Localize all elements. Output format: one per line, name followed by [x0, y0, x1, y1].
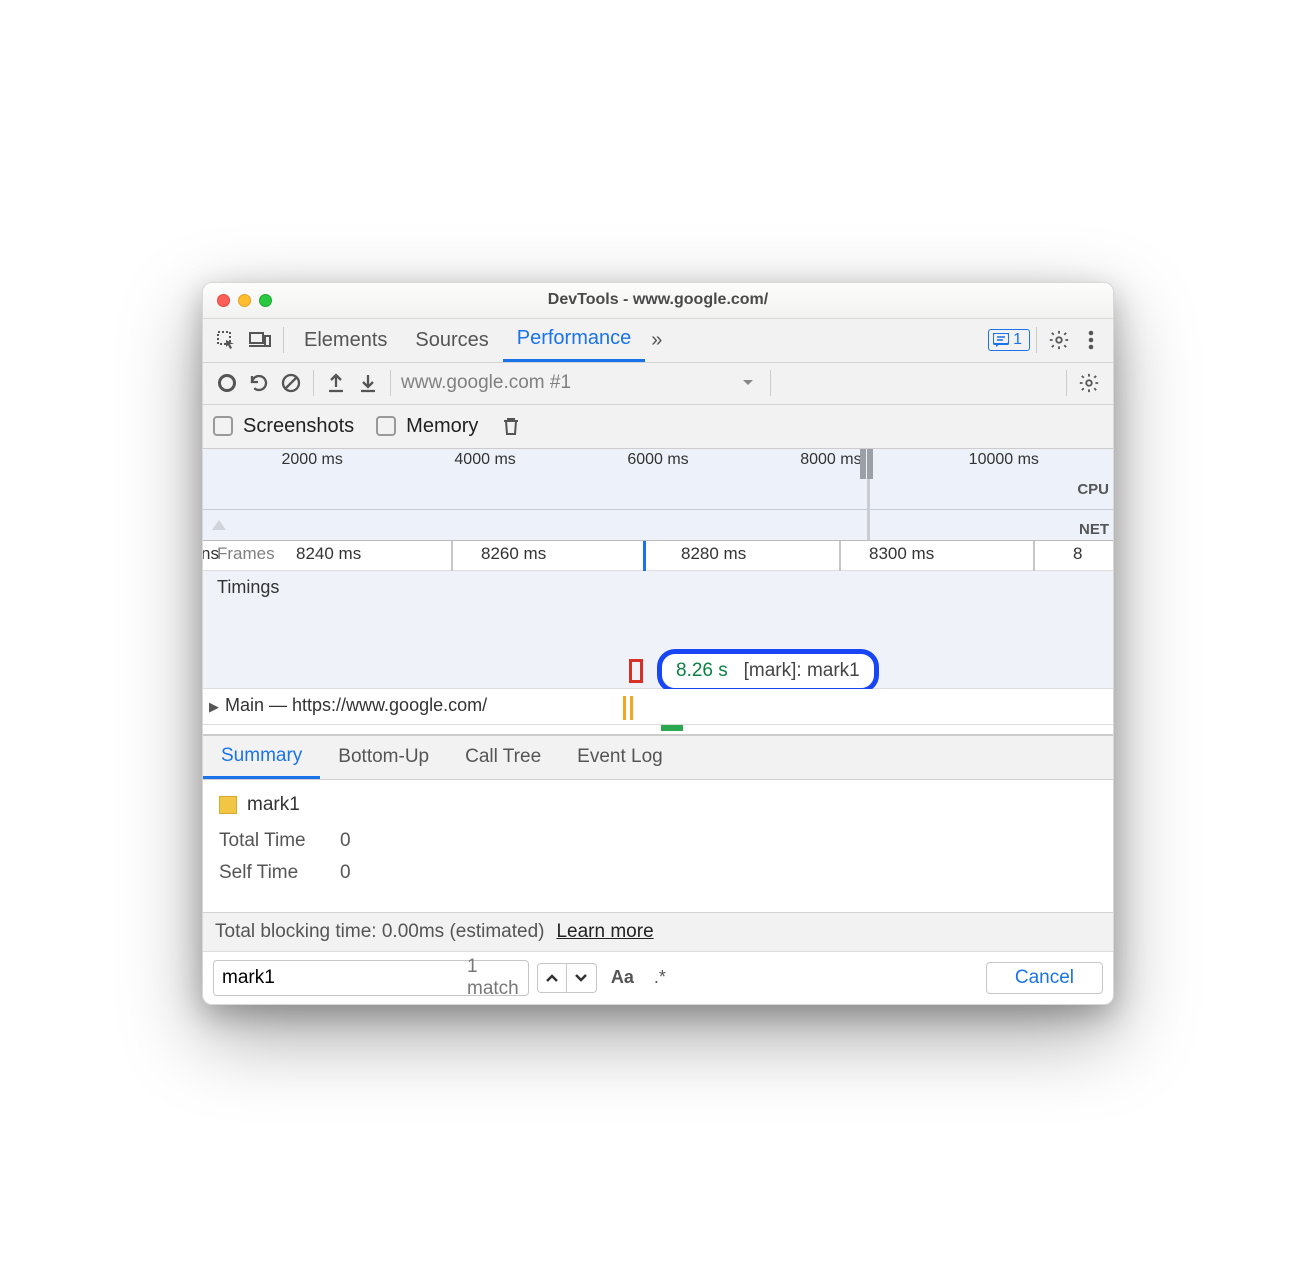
overview-tick: 2000 ms — [282, 451, 343, 469]
callout-text: [mark]: mark1 — [744, 660, 860, 681]
overview-tick: 10000 ms — [969, 451, 1039, 469]
minimize-icon[interactable] — [238, 294, 251, 307]
search-match-count: 1 match — [467, 956, 520, 1000]
tab-call-tree[interactable]: Call Tree — [447, 735, 559, 779]
screenshots-label: Screenshots — [243, 415, 354, 438]
upload-icon[interactable] — [320, 373, 352, 393]
console-count: 1 — [1013, 331, 1022, 349]
record-button[interactable] — [211, 374, 243, 392]
separator — [770, 370, 771, 396]
tabs-overflow-icon[interactable]: » — [645, 329, 668, 352]
summary-panel: mark1 Total Time 0 Self Time 0 — [203, 780, 1113, 912]
tab-performance[interactable]: Performance — [503, 318, 646, 362]
device-icon[interactable] — [243, 331, 277, 349]
total-time-value: 0 — [340, 830, 351, 852]
close-icon[interactable] — [217, 294, 230, 307]
drawer-tabs: Summary Bottom-Up Call Tree Event Log — [203, 736, 1113, 780]
memory-checkbox[interactable] — [376, 416, 396, 436]
ruler-tick: 8260 ms — [481, 544, 546, 564]
recording-select[interactable] — [397, 370, 732, 396]
tab-bottom-up[interactable]: Bottom-Up — [320, 735, 447, 779]
frames-label: Frames — [217, 544, 275, 564]
flamechart-area[interactable]: ns Frames 8240 ms 8260 ms 8280 ms 8300 m… — [203, 541, 1113, 736]
overview-tick: 6000 ms — [627, 451, 688, 469]
overview-tick: 8000 ms — [800, 451, 861, 469]
search-prev-icon[interactable] — [537, 963, 567, 993]
devtools-window: DevTools - www.google.com/ Elements Sour… — [202, 282, 1114, 1005]
expand-icon[interactable]: ▶ — [209, 699, 219, 714]
panel-tabs: Elements Sources Performance » 1 — [203, 319, 1113, 363]
main-label: Main — https://www.google.com/ — [225, 695, 487, 715]
performance-toolbar — [203, 363, 1113, 405]
titlebar: DevTools - www.google.com/ — [203, 283, 1113, 319]
trash-icon[interactable] — [502, 416, 520, 436]
inspect-icon[interactable] — [209, 330, 243, 350]
separator — [390, 370, 391, 396]
blocking-time: Total blocking time: 0.00ms (estimated) — [215, 921, 544, 943]
clear-icon[interactable] — [275, 373, 307, 393]
memory-label: Memory — [406, 415, 478, 438]
main-marker — [630, 696, 633, 720]
tab-event-log[interactable]: Event Log — [559, 735, 681, 779]
main-lane[interactable]: ▶ Main — https://www.google.com/ — [203, 689, 1113, 725]
separator — [283, 327, 284, 353]
mark-name: mark1 — [247, 794, 300, 816]
tab-summary[interactable]: Summary — [203, 735, 320, 779]
main-marker — [623, 696, 626, 720]
reload-icon[interactable] — [243, 373, 275, 393]
callout-time: 8.26 s — [676, 660, 728, 681]
ruler-tick: 8 — [1073, 544, 1082, 564]
ruler-tick: 8280 ms — [681, 544, 746, 564]
capture-options: Screenshots Memory — [203, 405, 1113, 449]
ruler-tick: 8240 ms — [296, 544, 361, 564]
timings-lane[interactable]: Timings 8.26 s [mark]: mark1 — [203, 571, 1113, 689]
kebab-icon[interactable] — [1075, 330, 1107, 350]
ruler-tick: 8300 ms — [869, 544, 934, 564]
settings-icon[interactable] — [1043, 329, 1075, 351]
search-input-container: 1 match — [213, 960, 529, 996]
self-time-label: Self Time — [219, 862, 324, 884]
separator — [1066, 370, 1067, 396]
overview-cpu-label: CPU — [1077, 481, 1109, 498]
total-time-label: Total Time — [219, 830, 324, 852]
timing-marker[interactable] — [629, 659, 643, 683]
tab-elements[interactable]: Elements — [290, 329, 401, 352]
overview-tick: 4000 ms — [454, 451, 515, 469]
console-badge[interactable]: 1 — [988, 329, 1030, 351]
zoom-icon[interactable] — [259, 294, 272, 307]
tab-sources[interactable]: Sources — [401, 329, 502, 352]
match-case-toggle[interactable]: Aa — [605, 965, 640, 990]
self-time-value: 0 — [340, 862, 351, 884]
regex-toggle[interactable]: .* — [648, 965, 672, 990]
overview-net-label: NET — [1079, 521, 1109, 538]
mark-callout[interactable]: 8.26 s [mark]: mark1 — [657, 649, 879, 693]
timings-label: Timings — [217, 577, 279, 598]
screenshots-checkbox[interactable] — [213, 416, 233, 436]
window-controls — [203, 294, 272, 307]
select-chevron-icon[interactable] — [732, 379, 764, 387]
cancel-button[interactable]: Cancel — [986, 962, 1103, 994]
download-icon[interactable] — [352, 373, 384, 393]
search-bar: 1 match Aa .* Cancel — [203, 951, 1113, 1004]
performance-settings-icon[interactable] — [1073, 372, 1105, 394]
search-next-icon[interactable] — [567, 963, 597, 993]
window-title: DevTools - www.google.com/ — [203, 291, 1113, 309]
detail-ruler: ns Frames 8240 ms 8260 ms 8280 ms 8300 m… — [203, 541, 1113, 571]
learn-more-link[interactable]: Learn more — [556, 921, 653, 943]
overview-ruler[interactable]: 2000 ms 4000 ms 6000 ms 8000 ms 10000 ms… — [203, 449, 1113, 541]
color-swatch — [219, 796, 237, 814]
footer: Total blocking time: 0.00ms (estimated) … — [203, 912, 1113, 951]
separator — [1036, 327, 1037, 353]
search-input[interactable] — [222, 967, 467, 989]
separator — [313, 370, 314, 396]
